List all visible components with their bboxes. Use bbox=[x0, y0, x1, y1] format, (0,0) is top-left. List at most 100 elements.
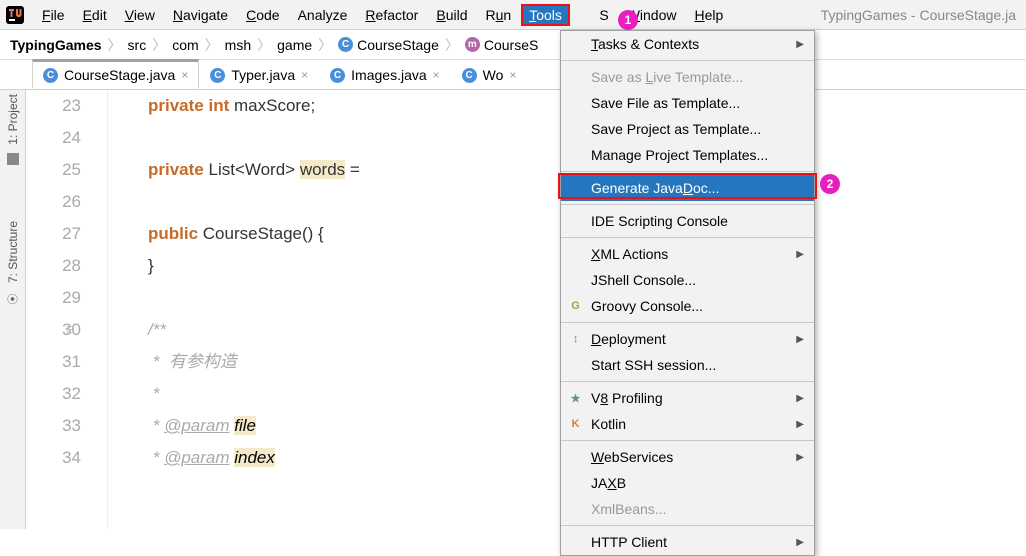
menu-item-v8-profiling[interactable]: ★V8 Profiling▶ bbox=[561, 385, 814, 411]
submenu-arrow-icon: ▶ bbox=[796, 249, 804, 260]
breadcrumb-sep: 〉 bbox=[108, 35, 122, 55]
deployment-icon: ↕ bbox=[568, 332, 583, 347]
gutter: 2324252627282930⊟31323334 bbox=[26, 90, 108, 529]
line-number: 25 bbox=[26, 154, 81, 186]
class-icon: C bbox=[338, 37, 353, 52]
menu-build[interactable]: Build bbox=[428, 4, 475, 26]
method-icon: m bbox=[465, 37, 480, 52]
close-icon[interactable]: × bbox=[433, 68, 440, 82]
submenu-arrow-icon: ▶ bbox=[796, 334, 804, 345]
tool-structure[interactable]: 7: Structure bbox=[6, 221, 20, 283]
crumb-msh[interactable]: msh bbox=[225, 37, 251, 53]
menu-separator bbox=[561, 381, 814, 382]
breadcrumb-sep: 〉 bbox=[257, 35, 271, 55]
menu-separator bbox=[561, 440, 814, 441]
fold-icon[interactable]: ⊟ bbox=[66, 314, 75, 346]
menu-item-jaxb[interactable]: JAXB bbox=[561, 470, 814, 496]
menu-vcs[interactable]: VCS bbox=[572, 4, 617, 26]
menu-separator bbox=[561, 322, 814, 323]
crumb-game[interactable]: game bbox=[277, 37, 312, 53]
crumb-courses[interactable]: mCourseS bbox=[465, 37, 538, 53]
submenu-arrow-icon: ▶ bbox=[796, 452, 804, 463]
submenu-arrow-icon: ▶ bbox=[796, 39, 804, 50]
editor-tabs: CCourseStage.java×CTyper.java×CImages.ja… bbox=[0, 60, 1026, 90]
menu-run[interactable]: Run bbox=[477, 4, 519, 26]
callout-1: 1 bbox=[618, 10, 638, 30]
line-number: 31 bbox=[26, 346, 81, 378]
groovy-console--icon: G bbox=[568, 299, 583, 314]
close-icon[interactable]: × bbox=[181, 68, 188, 82]
menu-separator bbox=[561, 171, 814, 172]
breadcrumb-sep: 〉 bbox=[152, 35, 166, 55]
tool-project[interactable]: 1: Project bbox=[6, 94, 20, 145]
line-number: 29 bbox=[26, 282, 81, 314]
menubar: FileEditViewNavigateCodeAnalyzeRefactorB… bbox=[0, 0, 1026, 30]
breadcrumb-sep: 〉 bbox=[205, 35, 219, 55]
menu-file[interactable]: File bbox=[34, 4, 73, 26]
line-number: 26 bbox=[26, 186, 81, 218]
callout-2: 2 bbox=[820, 174, 840, 194]
crumb-com[interactable]: com bbox=[172, 37, 198, 53]
menu-item-save-project-as-template-[interactable]: Save Project as Template... bbox=[561, 116, 814, 142]
tab-coursestage-java[interactable]: CCourseStage.java× bbox=[32, 59, 199, 89]
crumb-coursestage[interactable]: CCourseStage bbox=[338, 37, 439, 53]
line-number: 34 bbox=[26, 442, 81, 474]
crumb-src[interactable]: src bbox=[128, 37, 147, 53]
crumb-typinggames[interactable]: TypingGames bbox=[10, 37, 102, 53]
menu-item-ide-scripting-console[interactable]: IDE Scripting Console bbox=[561, 208, 814, 234]
menu-item-webservices[interactable]: WebServices▶ bbox=[561, 444, 814, 470]
menu-item-xml-actions[interactable]: XML Actions▶ bbox=[561, 241, 814, 267]
close-icon[interactable]: × bbox=[301, 68, 308, 82]
class-icon: C bbox=[330, 68, 345, 83]
menu-item-generate-javadoc-[interactable]: Generate JavaDoc... bbox=[561, 175, 814, 201]
menu-separator bbox=[561, 60, 814, 61]
code-editor[interactable]: 2324252627282930⊟31323334 private int ma… bbox=[26, 90, 1026, 529]
class-icon: C bbox=[462, 68, 477, 83]
menu-tools[interactable]: Tools bbox=[521, 4, 570, 26]
tools-dropdown: Tasks & Contexts▶ Save as Live Template..… bbox=[560, 30, 815, 556]
submenu-arrow-icon: ▶ bbox=[796, 419, 804, 430]
submenu-arrow-icon: ▶ bbox=[796, 537, 804, 548]
menu-item-kotlin[interactable]: KKotlin▶ bbox=[561, 411, 814, 437]
tab-images-java[interactable]: CImages.java× bbox=[319, 61, 451, 89]
tab-wo[interactable]: CWo× bbox=[451, 61, 528, 89]
menu-edit[interactable]: Edit bbox=[75, 4, 115, 26]
menu-separator bbox=[561, 237, 814, 238]
menu-item-http-client[interactable]: HTTP Client▶ bbox=[561, 529, 814, 555]
line-number: 27 bbox=[26, 218, 81, 250]
class-icon: C bbox=[210, 68, 225, 83]
menu-item-start-ssh-session-[interactable]: Start SSH session... bbox=[561, 352, 814, 378]
menu-item-jshell-console-[interactable]: JShell Console... bbox=[561, 267, 814, 293]
menu-item-groovy-console-[interactable]: GGroovy Console... bbox=[561, 293, 814, 319]
line-number: 32 bbox=[26, 378, 81, 410]
breadcrumb-sep: 〉 bbox=[318, 35, 332, 55]
menu-item-save-as-live-template-: Save as Live Template... bbox=[561, 64, 814, 90]
tab-typer-java[interactable]: CTyper.java× bbox=[199, 61, 319, 89]
class-icon: C bbox=[43, 68, 58, 83]
app-logo-icon bbox=[6, 6, 24, 24]
kotlin-icon: K bbox=[568, 417, 583, 432]
menu-item-deployment[interactable]: ↕Deployment▶ bbox=[561, 326, 814, 352]
menu-navigate[interactable]: Navigate bbox=[165, 4, 236, 26]
submenu-arrow-icon: ▶ bbox=[796, 393, 804, 404]
menu-code[interactable]: Code bbox=[238, 4, 287, 26]
menu-help[interactable]: Help bbox=[687, 4, 732, 26]
line-number: 23 bbox=[26, 90, 81, 122]
menu-refactor[interactable]: Refactor bbox=[357, 4, 426, 26]
line-number: 30⊟ bbox=[26, 314, 81, 346]
menu-view[interactable]: View bbox=[117, 4, 163, 26]
menu-separator bbox=[561, 525, 814, 526]
menu-item-manage-project-templates-[interactable]: Manage Project Templates... bbox=[561, 142, 814, 168]
v8-profiling-icon: ★ bbox=[568, 391, 583, 406]
menu-analyze[interactable]: Analyze bbox=[290, 4, 356, 26]
menu-separator bbox=[561, 204, 814, 205]
line-number: 28 bbox=[26, 250, 81, 282]
line-number: 24 bbox=[26, 122, 81, 154]
menu-item-save-file-as-template-[interactable]: Save File as Template... bbox=[561, 90, 814, 116]
breadcrumb-sep: 〉 bbox=[445, 35, 459, 55]
window-title: TypingGames - CourseStage.ja bbox=[821, 7, 1020, 23]
close-icon[interactable]: × bbox=[509, 68, 516, 82]
menu-item-tasks-contexts[interactable]: Tasks & Contexts▶ bbox=[561, 31, 814, 57]
folder-icon bbox=[7, 153, 19, 165]
menu-item-xmlbeans-: XmlBeans... bbox=[561, 496, 814, 522]
